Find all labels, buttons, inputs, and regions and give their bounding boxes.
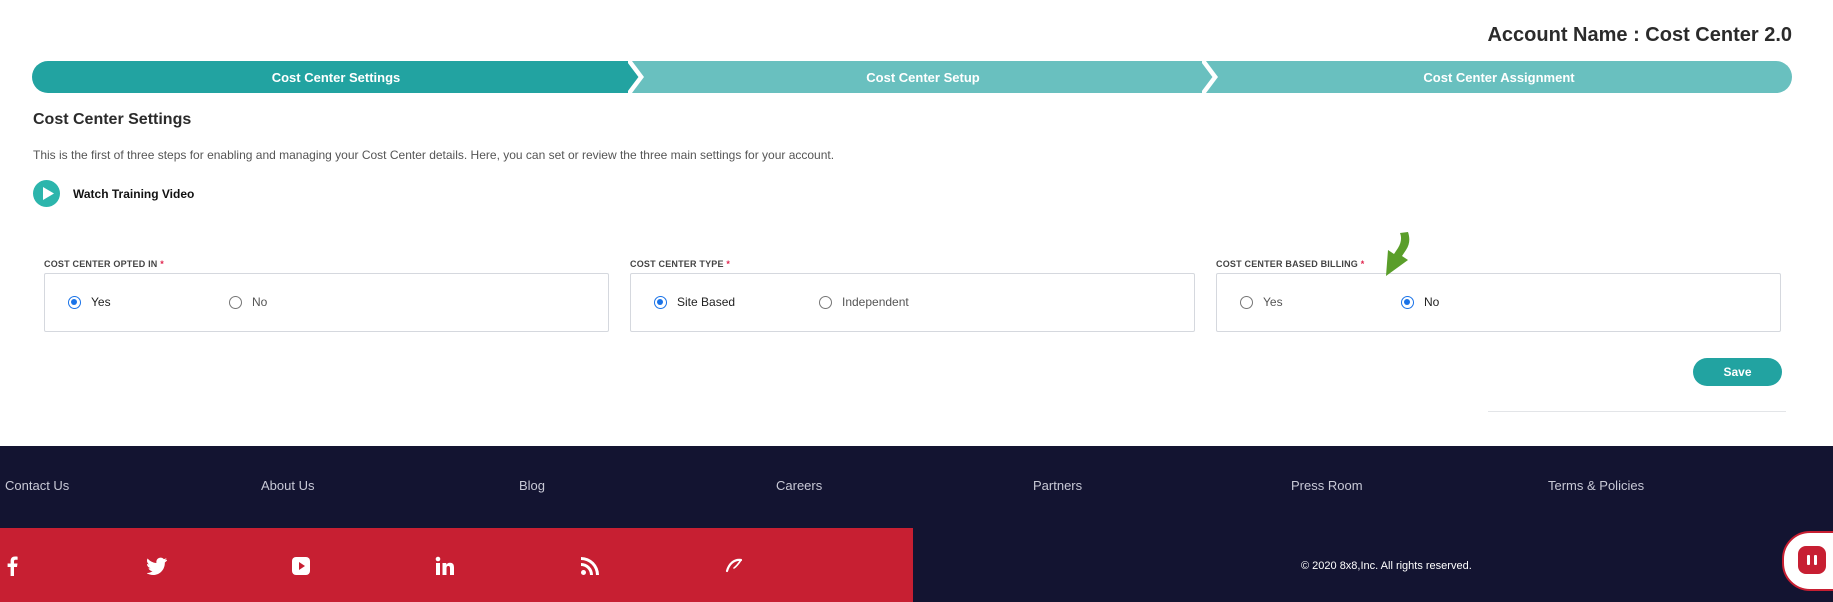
copyright-text: © 2020 8x8,Inc. All rights reserved. xyxy=(1301,560,1472,572)
play-icon[interactable] xyxy=(33,180,60,207)
radio-button[interactable] xyxy=(1401,295,1414,309)
radio-group: Yes No xyxy=(1216,273,1781,332)
step-separator-icon xyxy=(1202,61,1216,93)
step-cost-center-settings[interactable]: Cost Center Settings xyxy=(32,61,640,93)
save-button[interactable]: Save xyxy=(1693,358,1782,386)
footer-link-about-us[interactable]: About Us xyxy=(261,478,314,493)
section-description: This is the first of three steps for ena… xyxy=(33,148,835,162)
chat-widget-button[interactable] xyxy=(1782,531,1833,591)
radio-label: Yes xyxy=(91,295,111,309)
divider xyxy=(1488,411,1786,412)
chat-icon xyxy=(1798,546,1826,574)
radio-label: No xyxy=(1424,295,1440,309)
footer-link-blog[interactable]: Blog xyxy=(519,478,545,493)
footer-link-press-room[interactable]: Press Room xyxy=(1291,478,1363,493)
field-label-text: COST CENTER OPTED IN xyxy=(44,259,158,269)
field-label: COST CENTER BASED BILLING * xyxy=(1216,259,1781,271)
twitter-icon[interactable] xyxy=(146,555,168,577)
footer-nav: Contact Us About Us Blog Careers Partner… xyxy=(0,446,1833,528)
footer-link-careers[interactable]: Careers xyxy=(776,478,822,493)
field-label: COST CENTER OPTED IN * xyxy=(44,259,609,271)
linkedin-icon[interactable] xyxy=(434,555,456,577)
field-label-text: COST CENTER TYPE xyxy=(630,259,724,269)
radio-group: Site Based Independent xyxy=(630,273,1195,332)
radio-label: Yes xyxy=(1263,295,1283,309)
annotation-arrow-icon xyxy=(1386,232,1410,276)
field-cost-center-type: COST CENTER TYPE * Site Based Independen… xyxy=(630,259,1195,332)
radio-label: Site Based xyxy=(677,295,736,309)
required-marker: * xyxy=(1360,259,1365,269)
required-marker: * xyxy=(160,259,164,269)
field-label: COST CENTER TYPE * xyxy=(630,259,1195,271)
radio-option-site-based[interactable]: Site Based xyxy=(654,295,735,309)
radio-button[interactable] xyxy=(819,295,832,309)
youtube-icon[interactable] xyxy=(290,555,312,577)
training-video-label: Watch Training Video xyxy=(73,186,195,201)
radio-button[interactable] xyxy=(654,295,667,309)
step-label: Cost Center Settings xyxy=(271,69,401,85)
progress-stepper: Cost Center Settings Cost Center Setup C… xyxy=(32,61,1792,93)
radio-option-independent[interactable]: Independent xyxy=(819,295,909,309)
field-cost-center-based-billing: COST CENTER BASED BILLING * Yes No xyxy=(1216,259,1781,332)
footer-link-contact-us[interactable]: Contact Us xyxy=(5,478,69,493)
radio-label: Independent xyxy=(842,295,909,309)
field-label-text: COST CENTER BASED BILLING xyxy=(1216,259,1359,269)
radio-label: No xyxy=(252,295,268,309)
step-separator-icon xyxy=(628,61,642,93)
step-cost-center-setup[interactable]: Cost Center Setup xyxy=(632,61,1214,93)
watch-training-video-link[interactable]: Watch Training Video xyxy=(33,180,194,207)
footer-link-terms-policies[interactable]: Terms & Policies xyxy=(1548,478,1644,493)
radio-option-no[interactable]: No xyxy=(1401,295,1439,309)
social-bar xyxy=(0,528,913,602)
step-label: Cost Center Assignment xyxy=(1423,69,1575,85)
facebook-icon[interactable] xyxy=(2,555,24,577)
field-cost-center-opted-in: COST CENTER OPTED IN * Yes No xyxy=(44,259,609,332)
radio-button[interactable] xyxy=(1240,295,1253,309)
footer-link-partners[interactable]: Partners xyxy=(1033,478,1082,493)
radio-group: Yes No xyxy=(44,273,609,332)
radio-button[interactable] xyxy=(229,295,242,309)
page-title: Cost Center Settings xyxy=(33,111,192,128)
radio-button[interactable] xyxy=(68,295,81,309)
radio-option-yes[interactable]: Yes xyxy=(68,295,111,309)
8x8-logo-icon[interactable] xyxy=(723,555,745,577)
step-cost-center-assignment[interactable]: Cost Center Assignment xyxy=(1206,61,1792,93)
radio-option-yes[interactable]: Yes xyxy=(1240,295,1283,309)
rss-icon[interactable] xyxy=(579,555,601,577)
account-name: Account Name : Cost Center 2.0 xyxy=(1487,24,1792,46)
radio-option-no[interactable]: No xyxy=(229,295,267,309)
step-label: Cost Center Setup xyxy=(866,69,980,85)
required-marker: * xyxy=(726,259,731,269)
copyright-bar: © 2020 8x8,Inc. All rights reserved. xyxy=(913,528,1833,602)
